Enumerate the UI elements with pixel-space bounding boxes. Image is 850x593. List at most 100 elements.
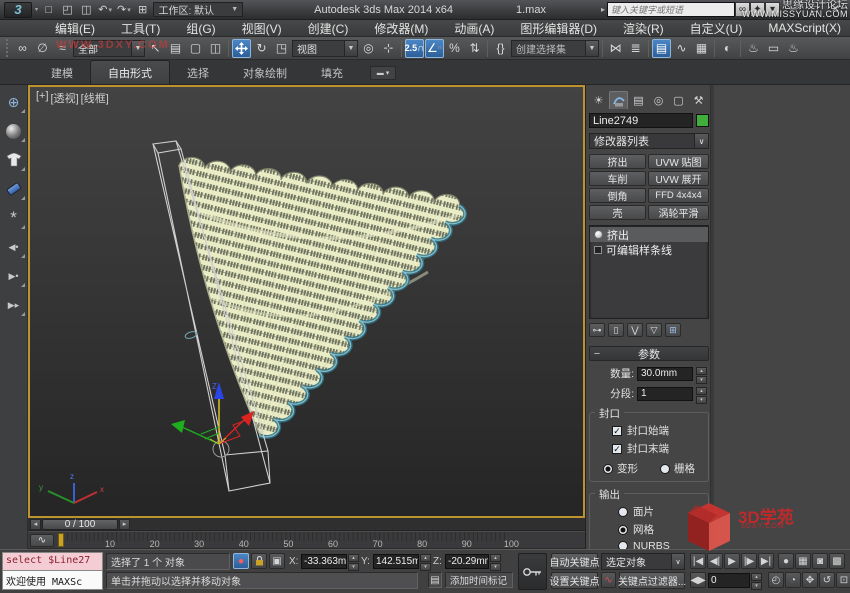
- menu-maxscript[interactable]: MAXScript(X): [755, 20, 850, 36]
- search-binoculars-icon[interactable]: ∞: [735, 2, 750, 17]
- viewport-shading-menu[interactable]: [线框]: [81, 90, 109, 106]
- workspace-selector[interactable]: 工作区: 默认 ▼: [153, 2, 243, 17]
- z-coord-field[interactable]: -20.29mm: [445, 554, 489, 569]
- configure-modifier-sets-icon[interactable]: ⊞: [665, 323, 681, 337]
- key-mode-toggle-icon[interactable]: ●: [778, 553, 794, 569]
- current-frame-field[interactable]: 0: [708, 573, 750, 588]
- make-unique-icon[interactable]: ⋁: [627, 323, 643, 337]
- select-object-icon[interactable]: ↖: [146, 39, 165, 58]
- select-and-link-icon[interactable]: ∞: [13, 39, 32, 58]
- y-coord-field[interactable]: 142.515mm: [373, 554, 419, 569]
- menu-views[interactable]: 视图(V): [229, 20, 295, 36]
- simulate-play-icon[interactable]: ▶•: [2, 264, 26, 288]
- cap-end-checkbox[interactable]: ✓ 封口末端: [612, 441, 706, 456]
- cloth-drape-icon[interactable]: [2, 148, 26, 172]
- paint-object-sphere-icon[interactable]: [2, 119, 26, 143]
- menu-edit[interactable]: 编辑(E): [42, 20, 108, 36]
- panel-scrollbar[interactable]: [710, 85, 714, 549]
- menu-modifiers[interactable]: 修改器(M): [361, 20, 441, 36]
- minimize-button[interactable]: ─: [783, 2, 804, 18]
- previous-key-icon[interactable]: ◀|: [707, 553, 723, 569]
- ribbon-tab-populate[interactable]: 填充: [304, 61, 360, 84]
- window-crossing-icon[interactable]: ◫: [206, 39, 225, 58]
- x-coord-field[interactable]: -33.363mm: [301, 554, 347, 569]
- menu-graph-editors[interactable]: 图形编辑器(D): [507, 20, 610, 36]
- next-key-icon[interactable]: |▶: [741, 553, 757, 569]
- viewport-layout-tab-icon[interactable]: ⊕: [2, 90, 26, 114]
- scene-explorer-icon[interactable]: ▤: [652, 39, 671, 58]
- tab-utilities-icon[interactable]: ⚒: [689, 91, 708, 109]
- select-by-name-icon[interactable]: ▤: [166, 39, 185, 58]
- nurbs-radio[interactable]: NURBS: [618, 540, 706, 549]
- play-animation-icon[interactable]: ▶: [724, 553, 740, 569]
- tab-hierarchy-icon[interactable]: ▤: [629, 91, 648, 109]
- time-configuration-icon[interactable]: ◴: [768, 572, 784, 588]
- show-end-result-icon[interactable]: ▯: [608, 323, 624, 337]
- morph-radio[interactable]: 变形: [592, 461, 649, 476]
- segments-spinner[interactable]: ▴▾: [696, 387, 707, 401]
- toolbar-grip[interactable]: [6, 39, 9, 57]
- turbosmooth-button[interactable]: 涡轮平滑: [648, 205, 709, 220]
- viewport-pov-menu[interactable]: [透视]: [51, 90, 79, 106]
- edit-named-selection-sets-icon[interactable]: {}: [491, 39, 510, 58]
- select-and-manipulate-icon[interactable]: ⊹: [379, 39, 398, 58]
- unlink-selection-icon[interactable]: ∅: [33, 39, 52, 58]
- tab-create-icon[interactable]: ☀: [589, 91, 608, 109]
- z-spinner[interactable]: ▴▾: [490, 554, 501, 568]
- isolate-region-icon[interactable]: ◙: [812, 553, 828, 569]
- maxscript-listener-white[interactable]: 欢迎使用 MAXSc: [2, 571, 103, 590]
- rendered-frame-window-icon[interactable]: ▭: [764, 39, 783, 58]
- simulate-step-back-icon[interactable]: ◀•: [2, 235, 26, 259]
- open-file-icon[interactable]: ◰: [60, 2, 76, 18]
- object-name-field[interactable]: Line2749: [589, 113, 693, 128]
- render-setup-icon[interactable]: ♨: [744, 39, 763, 58]
- go-to-start-icon[interactable]: |◀: [690, 553, 706, 569]
- material-editor-icon[interactable]: ◐: [718, 39, 737, 58]
- select-and-rotate-icon[interactable]: ↻: [252, 39, 271, 58]
- project-folder-icon[interactable]: ⊞: [135, 2, 151, 18]
- search-toggle-icon[interactable]: ▸: [601, 5, 605, 14]
- spray-deform-icon[interactable]: *: [2, 206, 26, 230]
- render-region-icon[interactable]: ▩: [829, 553, 845, 569]
- absolute-offset-mode-icon[interactable]: ▣: [269, 553, 285, 569]
- viewport-general-menu[interactable]: [+]: [36, 90, 49, 106]
- named-selection-sets-dropdown[interactable]: 创建选择集 ▼: [511, 40, 599, 57]
- shell-button[interactable]: 壳: [589, 205, 646, 220]
- next-frame-icon[interactable]: ▸: [119, 519, 130, 530]
- bevel-button[interactable]: 倒角: [589, 188, 646, 203]
- pin-stack-icon[interactable]: ⊶: [589, 323, 605, 337]
- modifier-list-dropdown[interactable]: 修改器列表 ∨: [589, 133, 709, 149]
- parameters-rollout-header[interactable]: − 参数: [589, 346, 709, 361]
- time-slider-handle[interactable]: 0 / 100: [42, 519, 118, 530]
- set-key-mode-icon[interactable]: [518, 553, 547, 590]
- tab-motion-icon[interactable]: ◎: [649, 91, 668, 109]
- sign-in-key-icon[interactable]: ✦: [750, 2, 765, 17]
- frame-spinner[interactable]: ▴▾: [751, 573, 762, 587]
- patch-radio[interactable]: 面片: [618, 504, 706, 519]
- grid-radio[interactable]: 栅格: [649, 461, 706, 476]
- selection-lock-toggle-icon[interactable]: [251, 553, 267, 569]
- redo-icon[interactable]: ↷▾: [116, 2, 132, 18]
- auto-key-button[interactable]: 自动关键点: [551, 553, 598, 570]
- goto-frame-icon[interactable]: ◀▶: [690, 572, 706, 588]
- new-file-icon[interactable]: □: [41, 2, 57, 18]
- amount-spinner[interactable]: ▴▾: [696, 367, 707, 381]
- isolate-selection-toggle-icon[interactable]: ●: [233, 553, 249, 569]
- ribbon-tab-modeling[interactable]: 建模: [34, 61, 90, 84]
- new-key-curve-icon[interactable]: ∿: [601, 572, 616, 588]
- select-and-scale-icon[interactable]: ◳: [272, 39, 291, 58]
- schematic-view-icon[interactable]: ▦: [692, 39, 711, 58]
- remove-modifier-icon[interactable]: ▽: [646, 323, 662, 337]
- menu-group[interactable]: 组(G): [173, 20, 228, 36]
- previous-frame-icon[interactable]: ◂: [30, 519, 41, 530]
- key-entry-window-icon[interactable]: ▦: [795, 553, 811, 569]
- undo-icon[interactable]: ↶▾: [97, 2, 113, 18]
- menu-tools[interactable]: 工具(T): [108, 20, 173, 36]
- ribbon-minimize-dropdown-icon[interactable]: ▬ ▾: [370, 66, 396, 80]
- y-spinner[interactable]: ▴▾: [420, 554, 431, 568]
- angle-snap-toggle-icon[interactable]: ∠∩: [425, 39, 444, 58]
- menu-customize[interactable]: 自定义(U): [677, 20, 756, 36]
- tab-display-icon[interactable]: ▢: [669, 91, 688, 109]
- save-file-icon[interactable]: ◫: [78, 2, 94, 18]
- snaps-toggle-icon[interactable]: 2.5∩: [405, 39, 424, 58]
